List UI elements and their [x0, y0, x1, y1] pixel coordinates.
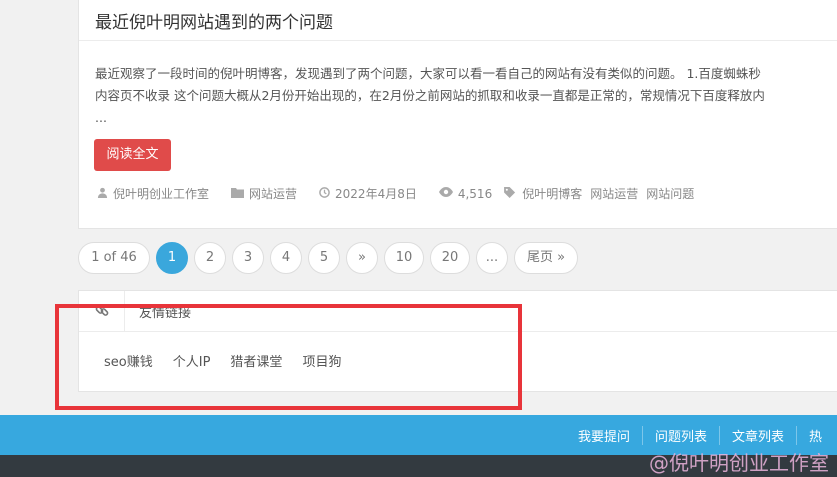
- meta-author-text: 倪叶明创业工作室: [113, 187, 210, 201]
- title-divider: [79, 40, 837, 41]
- page-button[interactable]: 5: [308, 242, 340, 274]
- tag-link[interactable]: 网站问题: [646, 185, 694, 202]
- meta-category[interactable]: 网站运营: [231, 185, 297, 202]
- page-count-label: 1 of 46: [78, 242, 150, 274]
- meta-date: 2022年4月8日: [319, 185, 417, 202]
- excerpt-line: 内容页不收录 这个问题大概从2月份开始出现的，在2月份之前网站的抓取和收录一直都…: [95, 88, 765, 103]
- footer-link-ask[interactable]: 我要提问: [566, 425, 644, 445]
- meta-category-text: 网站运营: [249, 187, 298, 201]
- footer-link-articles[interactable]: 文章列表: [720, 425, 798, 445]
- pagination: 1 of 46 1 2 3 4 5 » 10 20 ... 尾页 »: [78, 242, 584, 274]
- article-excerpt: 最近观察了一段时间的倪叶明博客，发现遇到了两个问题，大家可以看一看自己的网站有没…: [95, 63, 837, 129]
- user-icon: [97, 187, 108, 201]
- meta-views: 4,516: [438, 186, 493, 201]
- page-button[interactable]: 3: [232, 242, 264, 274]
- tag-link[interactable]: 网站运营: [590, 185, 638, 202]
- next-page-button[interactable]: »: [346, 242, 378, 274]
- page-button[interactable]: 2: [194, 242, 226, 274]
- read-more-button[interactable]: 阅读全文: [94, 139, 171, 171]
- meta-views-text: 4,516: [457, 186, 493, 201]
- excerpt-line: ...: [95, 110, 107, 125]
- article-meta: 倪叶明创业工作室 网站运营 2022年4月8日 4,516 倪叶明博客 网站运营…: [97, 185, 702, 202]
- meta-tags: 倪叶明博客 网站运营 网站问题: [504, 185, 702, 202]
- page-button-current[interactable]: 1: [156, 242, 188, 274]
- excerpt-line: 最近观察了一段时间的倪叶明博客，发现遇到了两个问题，大家可以看一看自己的网站有没…: [95, 66, 761, 81]
- tags-icon: [504, 186, 517, 201]
- last-page-button[interactable]: 尾页 »: [514, 242, 578, 274]
- footer-link-questions[interactable]: 问题列表: [643, 425, 721, 445]
- watermark: @倪叶明创业工作室: [649, 451, 829, 475]
- page-button[interactable]: 20: [430, 242, 470, 274]
- highlight-frame: [55, 304, 522, 410]
- meta-author[interactable]: 倪叶明创业工作室: [97, 185, 209, 202]
- clock-icon: [319, 186, 330, 201]
- tag-link[interactable]: 倪叶明博客: [522, 185, 582, 202]
- page-ellipsis: ...: [476, 242, 508, 274]
- meta-date-text: 2022年4月8日: [335, 187, 417, 201]
- page-button[interactable]: 4: [270, 242, 302, 274]
- page-button[interactable]: 10: [384, 242, 424, 274]
- footer-link-hot[interactable]: 热: [797, 426, 834, 445]
- article-card: 最近倪叶明网站遇到的两个问题 最近观察了一段时间的倪叶明博客，发现遇到了两个问题…: [78, 0, 837, 229]
- folder-icon: [231, 187, 245, 201]
- article-title[interactable]: 最近倪叶明网站遇到的两个问题: [95, 8, 333, 33]
- eye-icon: [438, 187, 453, 200]
